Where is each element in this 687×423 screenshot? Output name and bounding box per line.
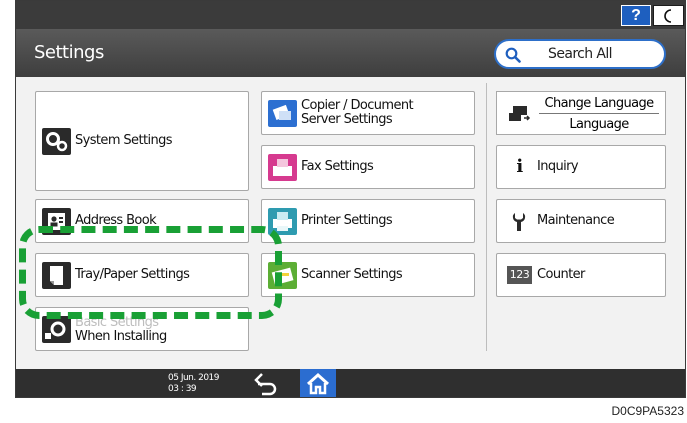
figure-code: D0C9PA5323 (611, 404, 685, 418)
counter-icon: 123 (507, 266, 532, 284)
change-language-label: Change Language (539, 96, 659, 114)
date-time: 05 Jun. 2019 03 : 39 (168, 373, 220, 395)
fax-settings-label: Fax Settings (301, 159, 374, 174)
gears-icon (42, 127, 71, 155)
copier-label-line1: Copier / Document (301, 98, 414, 113)
night-mode-button[interactable] (653, 5, 684, 26)
help-button[interactable]: ? (621, 5, 651, 26)
change-language-button[interactable]: Change Language Language (496, 91, 666, 135)
moon-icon (663, 8, 671, 23)
copier-document-server-settings-button[interactable]: Copier / Document Server Settings (261, 91, 475, 135)
back-arrow-icon (254, 373, 277, 396)
copier-icon (268, 99, 297, 127)
basic-settings-label-line2: When Installing (75, 329, 167, 344)
gear-setup-icon (42, 316, 71, 343)
fax-icon (268, 153, 297, 181)
column-divider (486, 83, 487, 351)
inquiry-button[interactable]: i Inquiry (496, 145, 666, 189)
wrench-icon (512, 212, 526, 231)
printer-settings-button[interactable]: Printer Settings (261, 199, 475, 243)
info-icon: i (516, 156, 523, 177)
title-bar: Settings Search All (16, 29, 685, 77)
top-bar: ? (16, 1, 685, 29)
page-title: Settings (34, 42, 104, 63)
fax-settings-button[interactable]: Fax Settings (261, 145, 475, 189)
highlight-frame (19, 226, 282, 319)
counter-label: Counter (537, 267, 585, 282)
home-icon (306, 372, 330, 395)
search-all-button[interactable]: Search All (494, 39, 666, 69)
search-all-label: Search All (548, 46, 613, 62)
maintenance-label: Maintenance (537, 213, 615, 228)
status-bar: 05 Jun. 2019 03 : 39 (16, 369, 685, 397)
maintenance-button[interactable]: Maintenance (496, 199, 666, 243)
language-label: Language (569, 117, 629, 132)
scanner-settings-label: Scanner Settings (301, 267, 403, 282)
change-language-icon (509, 106, 531, 121)
back-button[interactable] (248, 372, 284, 396)
home-button[interactable] (300, 369, 336, 397)
date-text: 05 Jun. 2019 (168, 373, 220, 383)
copier-label-line2: Server Settings (301, 112, 393, 127)
printer-settings-label: Printer Settings (301, 213, 393, 228)
help-label: ? (631, 6, 641, 24)
system-settings-button[interactable]: System Settings (35, 91, 249, 191)
counter-button[interactable]: 123 Counter (496, 253, 666, 297)
settings-content: System Settings Address Book Tray/Paper … (16, 77, 685, 369)
inquiry-label: Inquiry (537, 159, 579, 174)
copier-text: Copier / Document Server Settings (301, 98, 414, 127)
operation-panel-screen: ? Settings Search All System Settings Ad… (15, 0, 686, 398)
system-settings-label: System Settings (75, 133, 173, 148)
time-text: 03 : 39 (168, 384, 197, 394)
scanner-settings-button[interactable]: Scanner Settings (261, 253, 475, 297)
